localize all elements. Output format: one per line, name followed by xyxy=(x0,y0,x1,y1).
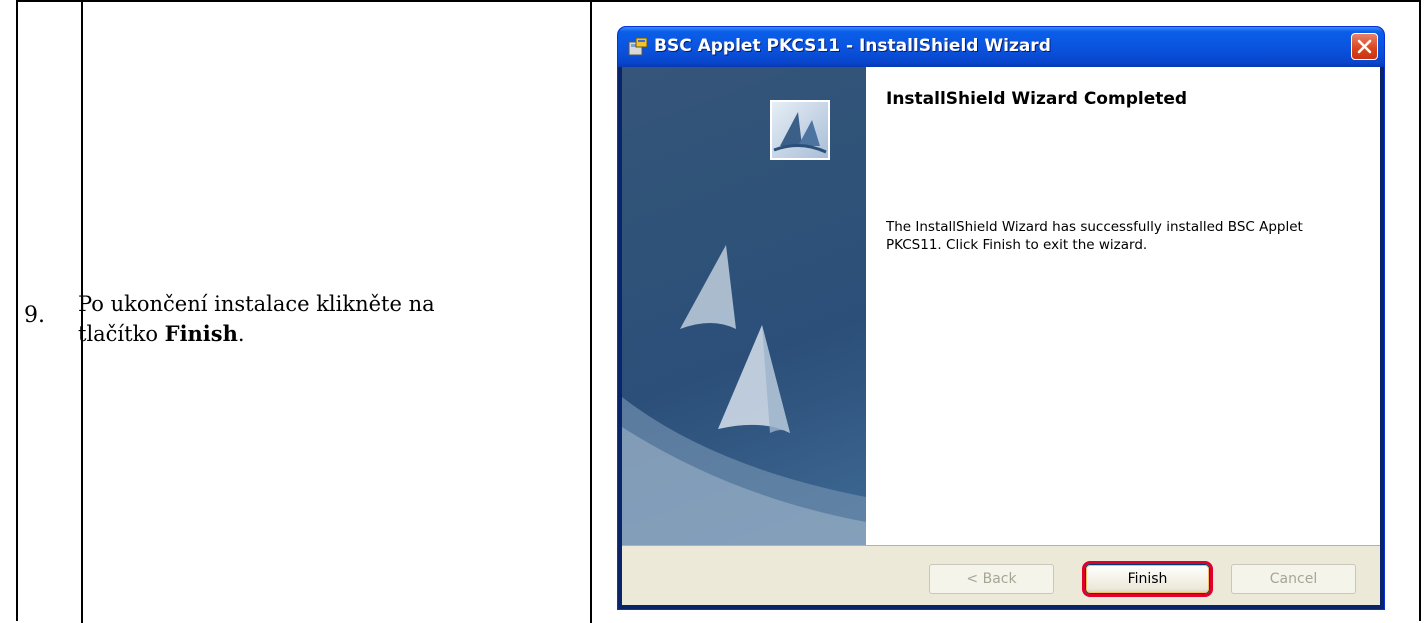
cancel-button[interactable]: Cancel xyxy=(1231,564,1356,594)
instruction-text: Po ukončení instalace klikněte na tlačít… xyxy=(78,292,435,346)
installshield-logo-icon xyxy=(770,100,830,160)
installshield-wizard-window: BSC Applet PKCS11 - InstallShield Wizard xyxy=(618,27,1384,609)
close-button[interactable] xyxy=(1351,33,1378,60)
instruction-bold-button-name: Finish xyxy=(164,321,238,346)
step-instruction: Po ukončení instalace klikněte na tlačít… xyxy=(78,289,508,349)
close-icon xyxy=(1357,39,1372,54)
finish-button[interactable]: Finish xyxy=(1085,564,1210,594)
instruction-end: . xyxy=(237,322,245,346)
wizard-banner-image xyxy=(622,67,866,545)
title-bar[interactable]: BSC Applet PKCS11 - InstallShield Wizard xyxy=(618,27,1384,67)
wizard-message: The InstallShield Wizard has successfull… xyxy=(886,219,1303,253)
wizard-body: InstallShield Wizard Completed The Insta… xyxy=(622,67,1380,605)
wizard-heading: InstallShield Wizard Completed xyxy=(886,89,1188,109)
column-divider xyxy=(590,2,592,623)
logo-sails-icon xyxy=(773,112,827,154)
back-button[interactable]: < Back xyxy=(929,564,1054,594)
window-title: BSC Applet PKCS11 - InstallShield Wizard xyxy=(654,36,1051,56)
wizard-button-bar: < Back Finish Cancel xyxy=(622,545,1380,605)
step-number: 9. xyxy=(24,303,45,328)
installer-app-icon xyxy=(628,37,648,56)
